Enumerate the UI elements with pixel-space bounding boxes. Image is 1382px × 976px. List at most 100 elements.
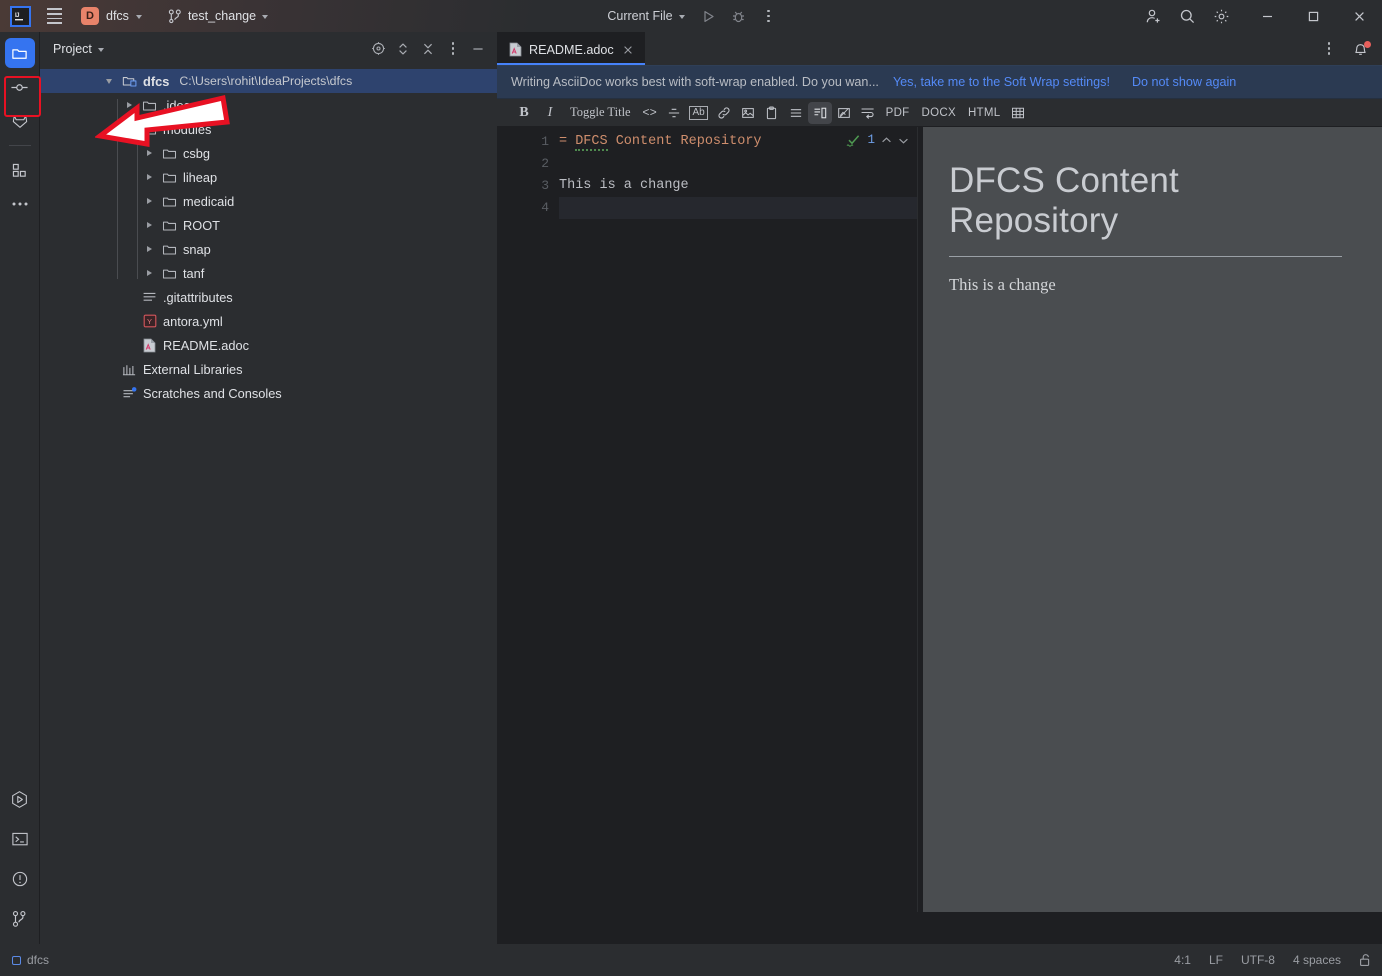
toggle-title-button[interactable]: Toggle Title (563, 102, 638, 124)
run-button[interactable] (696, 4, 722, 28)
tree-item-root-mod[interactable]: ROOT (40, 213, 497, 237)
settings-button[interactable] (1204, 4, 1238, 28)
branch-selector[interactable]: test_change (160, 6, 276, 27)
main-menu-button[interactable] (39, 0, 69, 32)
tree-twisty-placeholder (122, 333, 136, 357)
sidebar-item-version-control[interactable] (5, 904, 35, 934)
soft-wrap-settings-link[interactable]: Yes, take me to the Soft Wrap settings! (893, 75, 1110, 89)
tree-item-liheap[interactable]: liheap (40, 165, 497, 189)
tree-item-tanf[interactable]: tanf (40, 261, 497, 285)
close-icon[interactable] (621, 42, 636, 57)
inspection-widget[interactable]: 1 (846, 133, 909, 147)
split-layout-button[interactable] (807, 101, 832, 124)
italic-button[interactable]: I (537, 102, 563, 124)
minimize-window-button[interactable] (1244, 0, 1290, 32)
chevron-right-icon[interactable] (142, 237, 156, 261)
select-opened-file-button[interactable] (367, 38, 389, 60)
status-project-label[interactable]: dfcs (27, 953, 49, 967)
tree-item-snap[interactable]: snap (40, 237, 497, 261)
project-options-button[interactable] (442, 38, 464, 60)
sidebar-item-plugins[interactable] (5, 155, 35, 185)
preview-heading: DFCS Content Repository (949, 161, 1179, 241)
status-encoding[interactable]: UTF-8 (1241, 953, 1275, 967)
project-tool-window: Project dfcs C:\Users\rohit\IdeaProjects… (40, 32, 497, 944)
unlocked-padlock-icon[interactable] (1359, 953, 1372, 967)
status-indent[interactable]: 4 spaces (1293, 953, 1341, 967)
attributes-button[interactable]: Ab (686, 102, 712, 124)
code-line[interactable] (559, 153, 917, 175)
code-line[interactable]: This is a change (559, 175, 917, 197)
notifications-button[interactable] (1344, 37, 1376, 61)
tree-item-medicaid[interactable]: medicaid (40, 189, 497, 213)
debug-button[interactable] (726, 4, 752, 28)
account-button[interactable] (1136, 4, 1170, 28)
maximize-window-button[interactable] (1290, 0, 1336, 32)
sidebar-item-gitlab[interactable] (5, 106, 35, 136)
sidebar-item-project[interactable] (4, 38, 35, 68)
chevron-right-icon[interactable] (142, 141, 156, 165)
tree-item-root[interactable]: dfcs C:\Users\rohit\IdeaProjects\dfcs (40, 69, 497, 93)
sidebar-item-commit[interactable] (5, 72, 35, 102)
chevron-right-icon[interactable] (142, 165, 156, 189)
status-line-separator[interactable]: LF (1209, 953, 1223, 967)
sidebar-item-problems[interactable] (5, 864, 35, 894)
adoc-file-icon (509, 42, 522, 57)
sidebar-item-more[interactable] (5, 189, 35, 219)
tree-item-modules[interactable]: modules (40, 117, 497, 141)
image-button[interactable] (736, 102, 760, 124)
chevron-right-icon[interactable] (122, 93, 136, 117)
bold-button[interactable]: B (511, 102, 537, 124)
soft-wrap-button[interactable] (856, 102, 880, 124)
export-html-button[interactable]: HTML (962, 102, 1007, 124)
chevron-right-icon[interactable] (142, 213, 156, 237)
chevron-right-icon[interactable] (142, 261, 156, 285)
paste-button[interactable] (760, 102, 784, 124)
tree-item-readme[interactable]: README.adoc (40, 333, 497, 357)
project-panel-title: Project (53, 41, 92, 56)
list-button[interactable] (784, 102, 808, 124)
tree-item-extlibs[interactable]: External Libraries (40, 357, 497, 381)
tree-item-gitattributes[interactable]: .gitattributes (40, 285, 497, 309)
run-more-button[interactable] (756, 4, 782, 28)
folder-icon (141, 98, 158, 113)
code-text-area[interactable]: 1 = DFCS Content Repository This is a ch… (559, 127, 917, 912)
sidebar-item-run[interactable] (5, 784, 35, 814)
do-not-show-again-link[interactable]: Do not show again (1132, 75, 1236, 89)
tree-item-csbg[interactable]: csbg (40, 141, 497, 165)
table-button[interactable] (1006, 102, 1030, 124)
chevron-up-icon[interactable] (881, 136, 892, 145)
export-pdf-button[interactable]: PDF (880, 102, 916, 124)
collapse-all-button[interactable] (417, 38, 439, 60)
chevron-down-icon[interactable] (102, 69, 116, 93)
editor-tab-options-button[interactable] (1316, 37, 1342, 61)
code-editor[interactable]: 1234 1 = DFCS Content Repository This is… (497, 127, 917, 912)
run-hex-icon (12, 790, 27, 808)
tree-item-scratches[interactable]: Scratches and Consoles (40, 381, 497, 405)
expand-collapse-button[interactable] (392, 38, 414, 60)
close-window-button[interactable] (1336, 0, 1382, 32)
project-tree[interactable]: dfcs C:\Users\rohit\IdeaProjects\dfcs .ide… (40, 65, 497, 405)
preview-rule (949, 255, 1342, 257)
sidebar-item-terminal[interactable] (5, 824, 35, 854)
tree-item-label: ROOT (183, 217, 220, 233)
image-icon (741, 107, 754, 118)
status-caret-position[interactable]: 4:1 (1174, 953, 1191, 967)
search-everywhere-button[interactable] (1170, 4, 1204, 28)
project-selector[interactable]: D dfcs (73, 4, 150, 28)
diagram-button[interactable] (832, 102, 856, 124)
chevron-down-icon[interactable] (898, 136, 909, 145)
tree-item-antora[interactable]: Yantora.yml (40, 309, 497, 333)
chevron-down-icon[interactable] (122, 117, 136, 141)
chevron-right-icon[interactable] (142, 189, 156, 213)
line-number-gutter: 1 2 3 4 (497, 127, 559, 912)
run-configuration-selector[interactable]: Current File (600, 6, 691, 26)
code-button[interactable]: <> (638, 102, 662, 124)
hide-project-panel-button[interactable] (467, 38, 489, 60)
editor-tab-readme[interactable]: README.adoc (497, 32, 645, 65)
link-button[interactable] (712, 102, 736, 124)
strikethrough-button[interactable] (662, 102, 686, 124)
code-line[interactable] (559, 197, 917, 219)
tree-item-idea[interactable]: .idea (40, 93, 497, 117)
chevron-down-icon[interactable] (97, 47, 104, 52)
export-docx-button[interactable]: DOCX (916, 102, 962, 124)
